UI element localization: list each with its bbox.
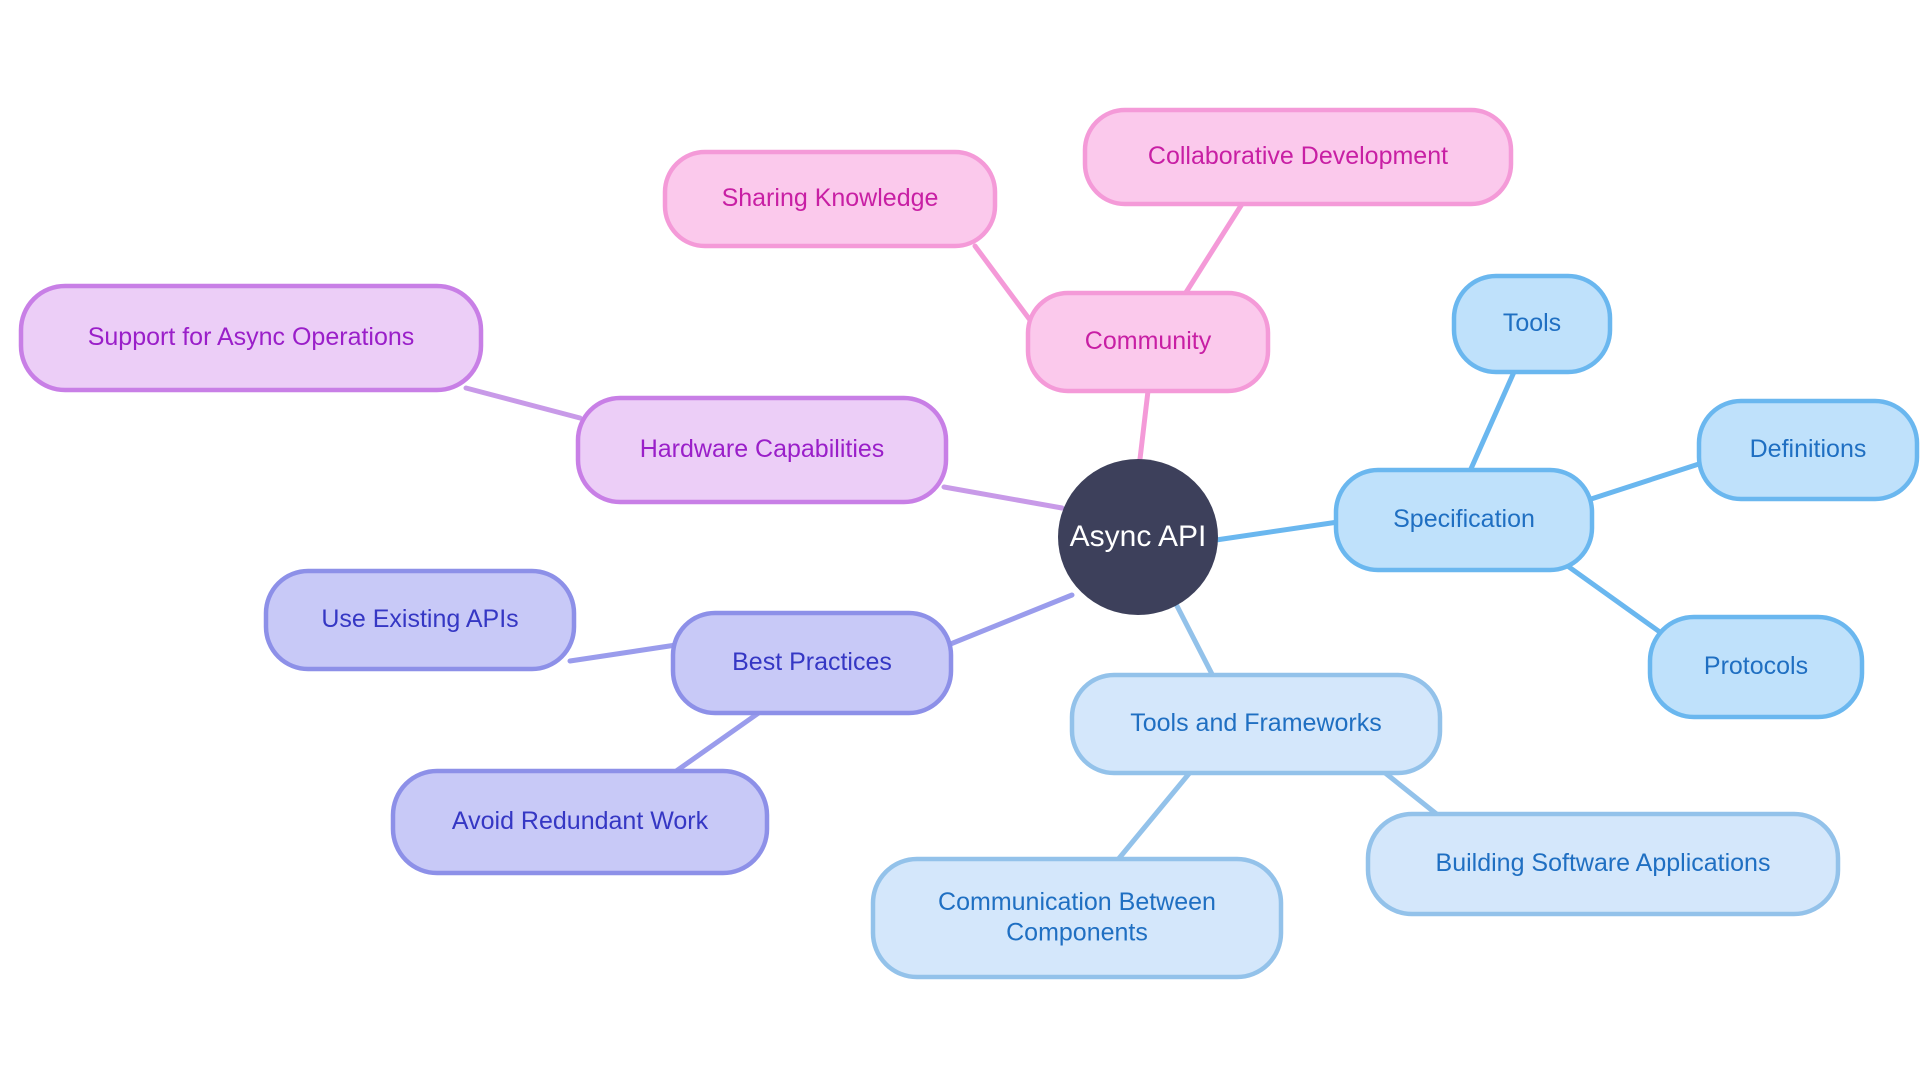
node-use-existing-apis[interactable]: Use Existing APIs: [263, 568, 577, 672]
root-node-label: Async API: [1070, 520, 1207, 553]
node-shape-avoid-redundant-work[interactable]: [390, 768, 770, 876]
node-shape-specification[interactable]: [1333, 467, 1595, 573]
node-protocols[interactable]: Protocols: [1647, 614, 1865, 720]
node-shape-communication-between-components[interactable]: [870, 856, 1284, 980]
node-hardware-capabilities[interactable]: Hardware Capabilities: [575, 395, 949, 505]
node-building-software-applications[interactable]: Building Software Applications: [1365, 811, 1841, 917]
node-shape-building-software-applications[interactable]: [1365, 811, 1841, 917]
node-definitions[interactable]: Definitions: [1696, 398, 1920, 502]
node-avoid-redundant-work[interactable]: Avoid Redundant Work: [390, 768, 770, 876]
node-shape-support-for-async-operations[interactable]: [18, 283, 484, 393]
node-shape-tools[interactable]: [1451, 273, 1613, 375]
mind-map-svg: Sharing Knowledge Collaborative Developme…: [0, 0, 1920, 1080]
node-community[interactable]: Community: [1025, 290, 1271, 394]
node-shape-hardware-capabilities[interactable]: [575, 395, 949, 505]
node-collaborative-development[interactable]: Collaborative Development: [1082, 107, 1514, 207]
node-tools[interactable]: Tools: [1451, 273, 1613, 375]
node-best-practices[interactable]: Best Practices: [670, 610, 954, 716]
node-shape-definitions[interactable]: [1696, 398, 1920, 502]
node-specification[interactable]: Specification: [1333, 467, 1595, 573]
node-tools-and-frameworks[interactable]: Tools and Frameworks: [1069, 672, 1443, 776]
node-shape-tools-and-frameworks[interactable]: [1069, 672, 1443, 776]
node-shape-best-practices[interactable]: [670, 610, 954, 716]
node-shape-collaborative-development[interactable]: [1082, 107, 1514, 207]
node-support-for-async-operations[interactable]: Support for Async Operations: [18, 283, 484, 393]
node-communication-between-components[interactable]: Communication Between Components: [870, 856, 1284, 980]
node-shape-sharing-knowledge[interactable]: [662, 149, 998, 249]
root-node-async-api[interactable]: Async API: [1058, 459, 1218, 615]
node-shape-community[interactable]: [1025, 290, 1271, 394]
node-shape-use-existing-apis[interactable]: [263, 568, 577, 672]
node-shape-protocols[interactable]: [1647, 614, 1865, 720]
mind-map-canvas: Sharing Knowledge Collaborative Developme…: [0, 0, 1920, 1080]
node-sharing-knowledge[interactable]: Sharing Knowledge: [662, 149, 998, 249]
